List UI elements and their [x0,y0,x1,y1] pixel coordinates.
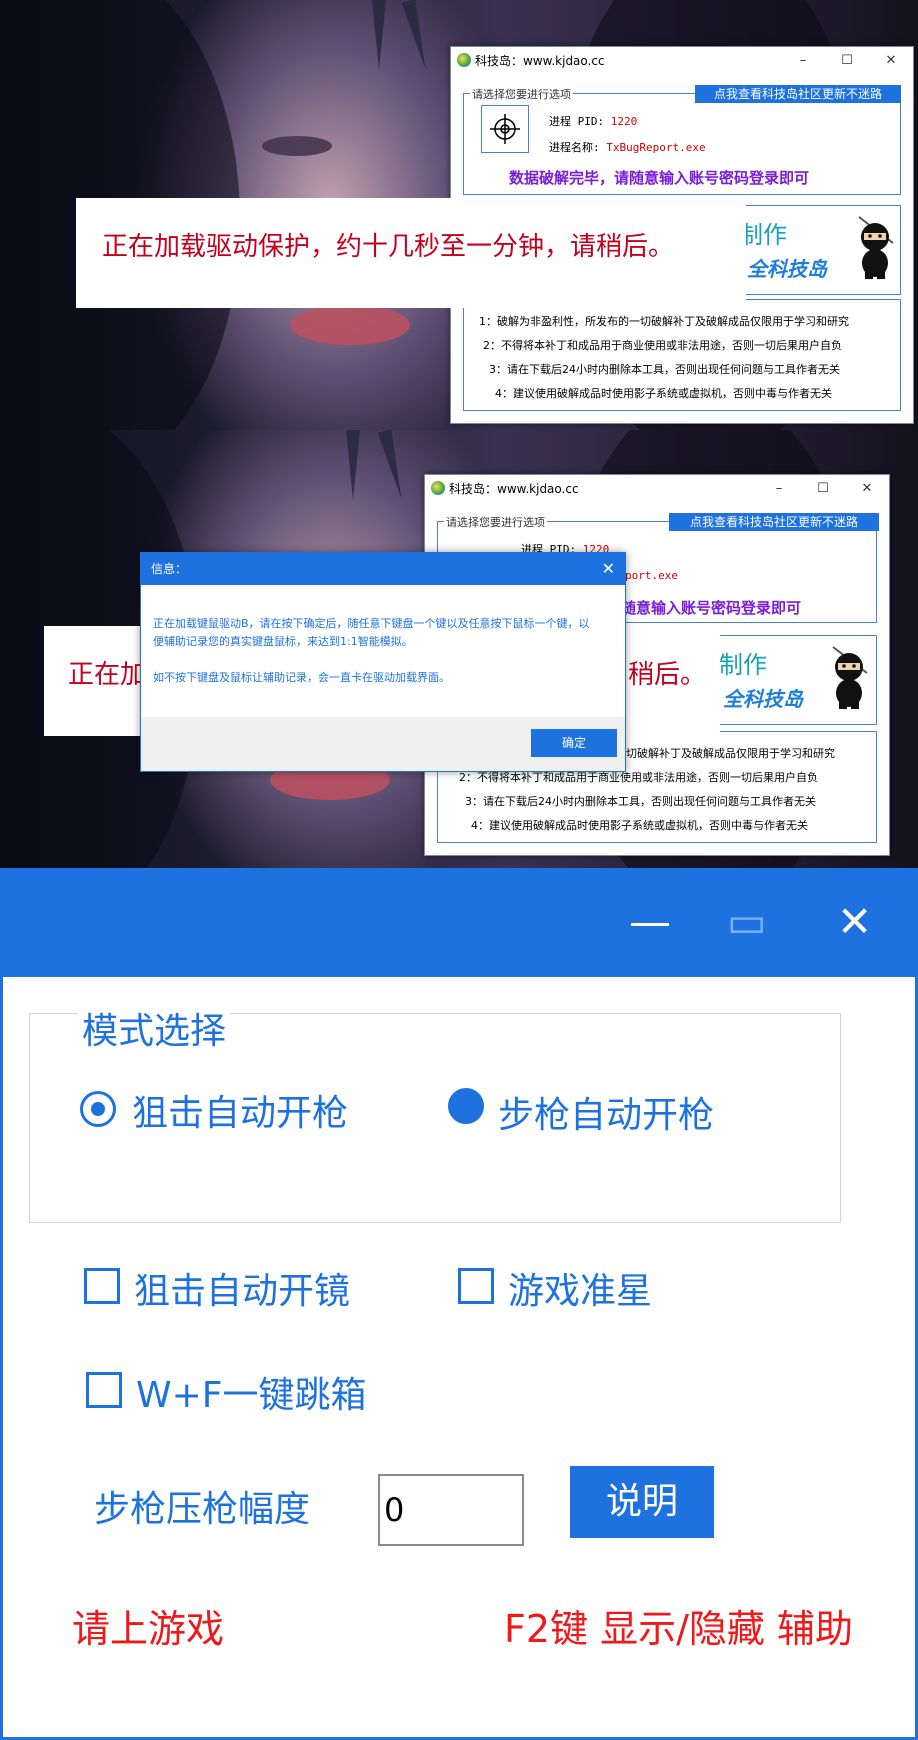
recoil-label: 步枪压枪幅度 [94,1489,311,1530]
assist-title-bar: — ▭ ✕ [3,871,915,977]
options-group-label-2: 请选择您要进行选项 [444,514,547,530]
made-text-2: 制作 [719,651,767,679]
crosshair-target-icon[interactable] [481,105,529,153]
process-name-label: 进程名称: [549,141,600,154]
rule-3-2: 3：请在下载后24小时内删除本工具，否则出现任何问题与工具作者无关 [465,795,816,808]
status-message-partial: 随意输入账号密码登录即可 [621,599,802,617]
minimize-button-2[interactable]: – [757,481,801,496]
sniper-auto-fire-radio[interactable] [80,1091,116,1127]
rule-2: 2：不得将本补丁和成品用于商业使用或非法用途，否则一切后果用户自负 [483,339,842,352]
close-button-2[interactable]: ✕ [845,481,889,496]
close-button-3[interactable]: ✕ [837,897,872,946]
process-name-value-2: port.exe [625,569,678,582]
title-bar-2: 科技岛：www.kjdao.cc – ☐ ✕ [425,475,889,501]
loading-banner: 正在加载驱动保护，约十几秒至一分钟，请稍后。 [76,198,746,308]
process-name-value: TxBugReport.exe [606,141,706,154]
sniper-auto-scope-checkbox[interactable] [84,1268,120,1304]
rule-3: 3：请在下载后24小时内删除本工具，否则出现任何问题与工具作者无关 [489,363,840,376]
sniper-auto-scope-label[interactable]: 狙击自动开镜 [134,1262,350,1314]
dialog-title-bar: 信息： ✕ [141,553,625,585]
process-name-row: 进程名称: TxBugReport.exe [549,139,706,155]
pid-label: 进程 PID: [549,115,605,128]
title-bar: 科技岛：www.kjdao.cc – ☐ ✕ [451,47,913,73]
wf-jump-box-label[interactable]: W+F一键跳箱 [136,1366,366,1418]
close-button[interactable]: ✕ [869,53,913,68]
loading-banner-right: 稍后。 [624,626,720,736]
minimize-button-3[interactable]: — [629,897,671,946]
rifle-auto-fire-radio[interactable] [448,1088,484,1124]
dialog-title: 信息： [151,562,188,576]
status-left: 请上游戏 [72,1607,225,1651]
minimize-button[interactable]: – [781,53,825,68]
window-title-2: 科技岛：www.kjdao.cc [449,481,579,496]
info-dialog: 信息： ✕ 正在加载键鼠驱动B，请在按下确定后，随任意下键盘一个键以及任意按下鼠… [140,552,626,772]
game-crosshair-label[interactable]: 游戏准星 [508,1262,652,1314]
pid-value: 1220 [610,115,638,128]
window-title: 科技岛：www.kjdao.cc [475,53,605,68]
loading-banner-left: 正在加 [44,626,144,736]
brand-text-2: 全科技岛 [723,687,803,711]
app-logo-icon [431,481,445,495]
status-right: F2键 显示/隐藏 辅助 [504,1607,853,1651]
process-name-partial: port.exe [625,569,678,582]
rule-1: 1：破解为非盈利性，所发布的一切破解补丁及破解成品仅限用于学习和研究 [479,315,849,328]
wf-jump-box-checkbox[interactable] [86,1372,122,1408]
maximize-button-3[interactable]: ▭ [727,897,767,946]
mode-label: 模式选择 [78,1002,231,1054]
ninja-mascot-icon [832,646,868,709]
pid-row: 进程 PID: 1220 [549,113,637,129]
status-message: 数据破解完毕，请随意输入账号密码登录即可 [509,169,810,187]
dialog-message-2: 如不按下键盘及鼠标让辅助记录，会一直卡在驱动加载界面。 [153,671,450,684]
sniper-auto-fire-label[interactable]: 狙击自动开枪 [132,1084,348,1136]
maximize-button[interactable]: ☐ [825,53,869,68]
community-button-2[interactable]: 点我查看科技岛社区更新不迷路 [669,513,879,531]
dialog-message-1: 正在加载键鼠驱动B，请在按下确定后，随任意下键盘一个键以及任意按下鼠标一个键，以… [153,617,590,648]
community-button[interactable]: 点我查看科技岛社区更新不迷路 [695,85,901,103]
ninja-mascot-icon [858,216,894,279]
rule-4: 4：建议使用破解成品时使用影子系统或虚拟机，否则中毒与作者无关 [495,387,832,400]
help-button[interactable]: 说明 [570,1466,714,1538]
dialog-close-button[interactable]: ✕ [602,553,615,585]
brand-text: 全科技岛 [747,257,827,281]
rifle-auto-fire-label[interactable]: 步枪自动开枪 [498,1086,714,1138]
rule-1-partial: 一切破解补丁及破解成品仅限用于学习和研究 [615,747,835,760]
made-text: 制作 [739,221,787,249]
dialog-ok-button[interactable]: 确定 [531,729,617,757]
app-logo-icon [457,53,471,67]
rule-4-2: 4：建议使用破解成品时使用影子系统或虚拟机，否则中毒与作者无关 [471,819,808,832]
game-crosshair-checkbox[interactable] [458,1268,494,1304]
recoil-input[interactable]: 0 [378,1474,524,1546]
maximize-button-2[interactable]: ☐ [801,481,845,496]
options-group-label: 请选择您要进行选项 [470,86,573,102]
